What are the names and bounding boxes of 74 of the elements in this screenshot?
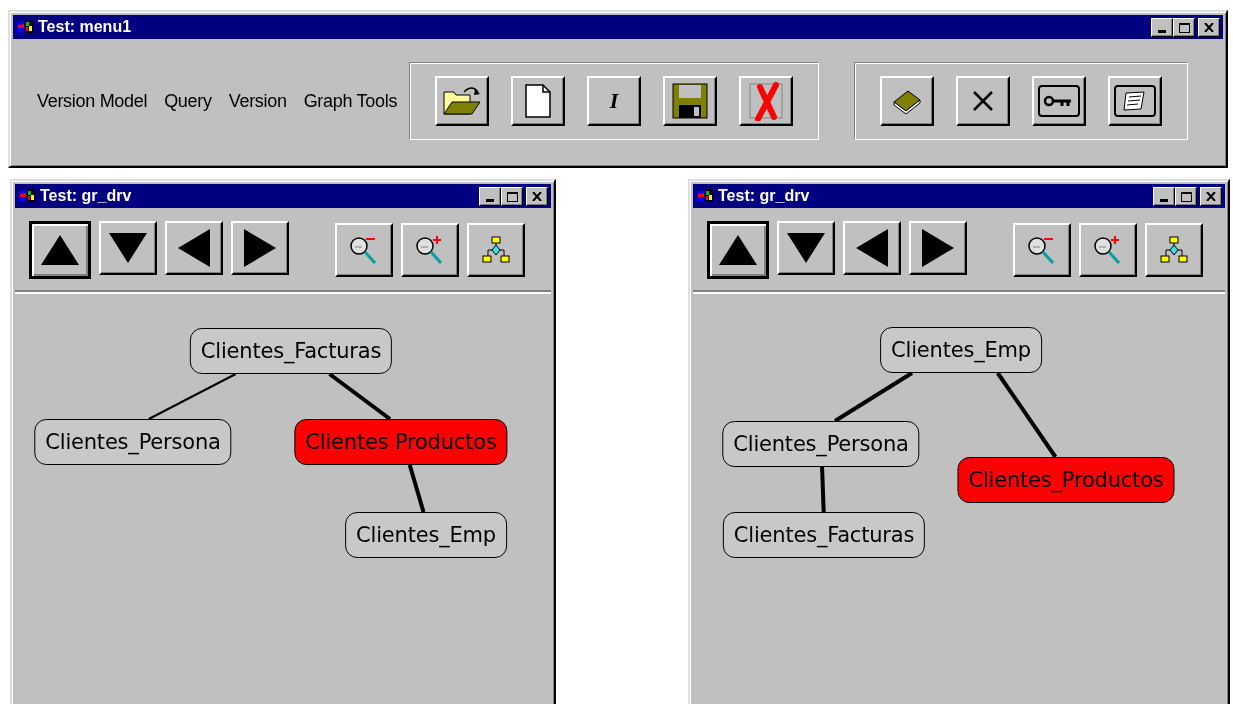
minimize-button[interactable] <box>1151 17 1173 37</box>
scroll-icon <box>1114 85 1156 117</box>
folder-icon <box>442 84 482 118</box>
toolbar-button[interactable] <box>956 76 1010 126</box>
toolbar-button[interactable] <box>739 76 793 126</box>
menu-item[interactable]: Graph Tools <box>303 90 398 112</box>
window-title: Test: gr_drv <box>718 187 811 205</box>
maximize-icon <box>1178 22 1190 33</box>
app-icon <box>696 188 714 204</box>
zoom-in-icon <box>415 235 445 265</box>
up-triangle-icon <box>718 234 758 266</box>
tree-node[interactable]: Clientes_Emp <box>345 512 507 558</box>
maximize-button[interactable] <box>1175 186 1197 206</box>
navigation-button[interactable] <box>707 221 769 279</box>
maximize-icon <box>506 191 518 202</box>
maximize-button[interactable] <box>501 186 523 206</box>
minimize-icon <box>1160 198 1168 202</box>
tree-node[interactable]: Clientes_Persona <box>722 421 920 467</box>
document-icon <box>524 84 552 118</box>
app-icon <box>18 188 36 204</box>
down-triangle-icon <box>108 232 148 264</box>
down-triangle-icon <box>786 232 826 264</box>
navigation-button[interactable] <box>29 221 91 279</box>
toolbar-button[interactable] <box>1108 76 1162 126</box>
left-triangle-icon <box>177 228 211 268</box>
menu-item[interactable]: Version <box>228 90 287 112</box>
right-triangle-icon <box>243 228 277 268</box>
tree-node[interactable]: Clientes Productos <box>294 419 508 465</box>
minimize-button[interactable] <box>479 186 501 206</box>
toolbar-button[interactable] <box>880 76 934 126</box>
close-button[interactable] <box>526 186 548 206</box>
tool-button[interactable] <box>335 223 393 277</box>
close-icon <box>532 191 542 201</box>
toolbar-button[interactable] <box>1032 76 1086 126</box>
zoom-out-icon <box>1027 235 1057 265</box>
app-icon <box>16 19 34 35</box>
maximize-icon <box>1180 191 1192 202</box>
tree-node[interactable]: Clientes_Persona <box>34 419 232 465</box>
hierarchy-icon <box>481 236 511 264</box>
tool-button[interactable] <box>1079 223 1137 277</box>
tool-button[interactable] <box>1013 223 1071 277</box>
minimize-button[interactable] <box>1153 186 1175 206</box>
close-button[interactable] <box>1200 186 1222 206</box>
toolbar-button[interactable] <box>435 76 489 126</box>
close-button[interactable] <box>1198 17 1220 37</box>
menu-item[interactable]: Version Model <box>37 90 148 112</box>
tree-node[interactable]: Clientes_Facturas <box>722 512 926 558</box>
tree-node[interactable]: Clientes_Productos <box>957 457 1175 503</box>
right-triangle-icon <box>921 228 955 268</box>
menu-item[interactable]: Query <box>164 90 212 112</box>
tool-button[interactable] <box>401 223 459 277</box>
toolbar-button[interactable]: I <box>587 76 641 126</box>
minimize-icon <box>486 198 494 202</box>
close-icon <box>1206 191 1216 201</box>
close-icon <box>1204 22 1214 32</box>
minimize-icon <box>1158 29 1166 33</box>
hierarchy-icon <box>1159 236 1189 264</box>
tool-button[interactable] <box>1145 223 1203 277</box>
up-triangle-icon <box>40 234 80 266</box>
window-title: Test: gr_drv <box>40 187 133 205</box>
zoom-out-icon <box>349 235 379 265</box>
cross-icon <box>746 81 786 121</box>
tree-node[interactable]: Clientes_Facturas <box>189 328 393 374</box>
x-icon <box>971 89 995 113</box>
toolbar-button[interactable] <box>663 76 717 126</box>
toolbar-button[interactable] <box>511 76 565 126</box>
book-icon <box>892 88 922 114</box>
maximize-button[interactable] <box>1173 17 1195 37</box>
tree-node[interactable]: Clientes_Emp <box>880 327 1042 373</box>
key-icon <box>1038 85 1080 117</box>
left-triangle-icon <box>855 228 889 268</box>
zoom-in-icon <box>1093 235 1123 265</box>
window-title: Test: menu1 <box>38 18 133 36</box>
tool-button[interactable] <box>467 223 525 277</box>
